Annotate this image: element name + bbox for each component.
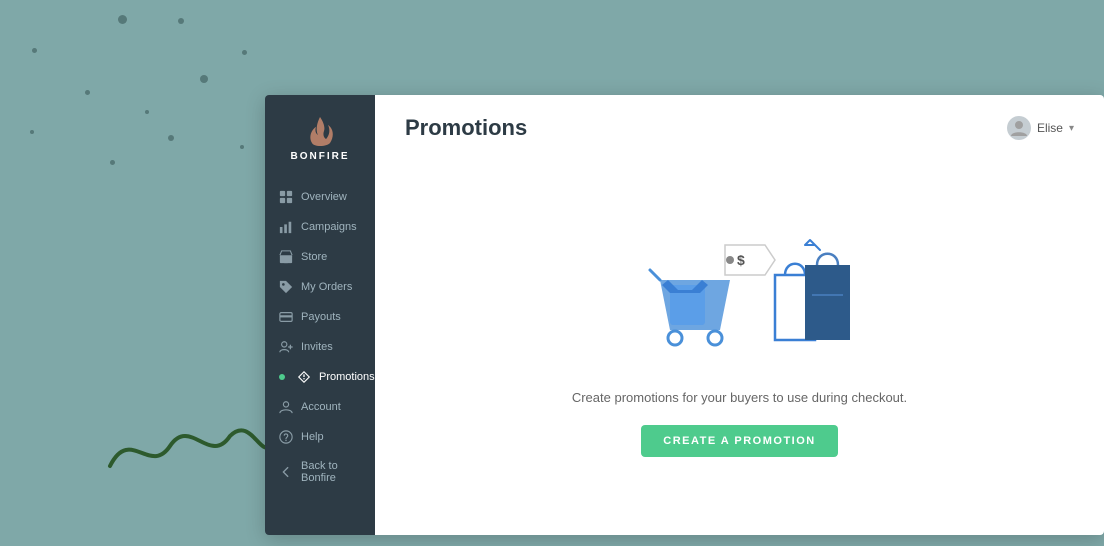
sidebar-item-help[interactable]: Help bbox=[265, 422, 375, 452]
avatar bbox=[1007, 116, 1031, 140]
sidebar-item-overview-label: Overview bbox=[301, 191, 347, 203]
invites-icon bbox=[279, 340, 293, 354]
sidebar-item-overview[interactable]: Overview bbox=[265, 182, 375, 212]
svg-text:$: $ bbox=[737, 252, 745, 268]
logo-area: BONFIRE bbox=[291, 115, 350, 162]
promotions-icon bbox=[297, 370, 311, 384]
dot-4 bbox=[242, 50, 247, 55]
dot-7 bbox=[145, 110, 149, 114]
sidebar-item-payouts[interactable]: Payouts bbox=[265, 302, 375, 332]
dot-8 bbox=[30, 130, 34, 134]
chevron-down-icon: ▾ bbox=[1069, 123, 1074, 134]
tag-icon bbox=[279, 280, 293, 294]
dot-3 bbox=[32, 48, 37, 53]
promo-description: Create promotions for your buyers to use… bbox=[572, 390, 907, 405]
create-promotion-button[interactable]: CREATE A PROMOTION bbox=[641, 425, 837, 457]
user-menu[interactable]: Elise ▾ bbox=[1007, 116, 1074, 140]
dot-1 bbox=[118, 15, 127, 24]
sidebar-item-my-orders[interactable]: My Orders bbox=[265, 272, 375, 302]
logo-text: BONFIRE bbox=[291, 151, 350, 162]
sidebar-item-invites-label: Invites bbox=[301, 341, 333, 353]
nav-items: Overview Campaigns Store My Order bbox=[265, 182, 375, 492]
payouts-icon bbox=[279, 310, 293, 324]
page-title: Promotions bbox=[405, 115, 527, 141]
sidebar-item-promotions-label: Promotions bbox=[319, 371, 375, 383]
avatar-icon bbox=[1007, 116, 1031, 140]
account-icon bbox=[279, 400, 293, 414]
dot-5 bbox=[200, 75, 208, 83]
store-icon bbox=[279, 250, 293, 264]
back-icon bbox=[279, 465, 293, 479]
flame-icon bbox=[304, 115, 336, 147]
empty-state: $ Create promotions for bbox=[375, 151, 1104, 535]
sidebar-item-help-label: Help bbox=[301, 431, 324, 443]
app-container: BONFIRE Overview Campaigns bbox=[265, 95, 1104, 535]
dot-9 bbox=[168, 135, 174, 141]
sidebar-item-back-to-bonfire[interactable]: Back to Bonfire bbox=[265, 452, 375, 492]
sidebar-item-account-label: Account bbox=[301, 401, 341, 413]
squiggle-green bbox=[100, 406, 280, 486]
sidebar-item-campaigns[interactable]: Campaigns bbox=[265, 212, 375, 242]
sidebar-item-back-label: Back to Bonfire bbox=[301, 460, 361, 484]
sidebar-item-store[interactable]: Store bbox=[265, 242, 375, 272]
sidebar-item-promotions[interactable]: Promotions bbox=[265, 362, 375, 392]
sidebar-item-account[interactable]: Account bbox=[265, 392, 375, 422]
dot-2 bbox=[178, 18, 184, 24]
dot-10 bbox=[240, 145, 244, 149]
bar-chart-icon bbox=[279, 220, 293, 234]
dot-11 bbox=[110, 160, 115, 165]
dot-6 bbox=[85, 90, 90, 95]
main-content: Promotions Elise ▾ bbox=[375, 95, 1104, 535]
grid-icon bbox=[279, 190, 293, 204]
sidebar-item-my-orders-label: My Orders bbox=[301, 281, 352, 293]
sidebar-item-campaigns-label: Campaigns bbox=[301, 221, 357, 233]
promotions-illustration: $ bbox=[620, 230, 860, 370]
sidebar: BONFIRE Overview Campaigns bbox=[265, 95, 375, 535]
active-dot bbox=[279, 374, 285, 380]
sidebar-item-invites[interactable]: Invites bbox=[265, 332, 375, 362]
main-header: Promotions Elise ▾ bbox=[375, 95, 1104, 151]
user-name: Elise bbox=[1037, 121, 1063, 135]
sidebar-item-store-label: Store bbox=[301, 251, 327, 263]
help-icon bbox=[279, 430, 293, 444]
sidebar-item-payouts-label: Payouts bbox=[301, 311, 341, 323]
